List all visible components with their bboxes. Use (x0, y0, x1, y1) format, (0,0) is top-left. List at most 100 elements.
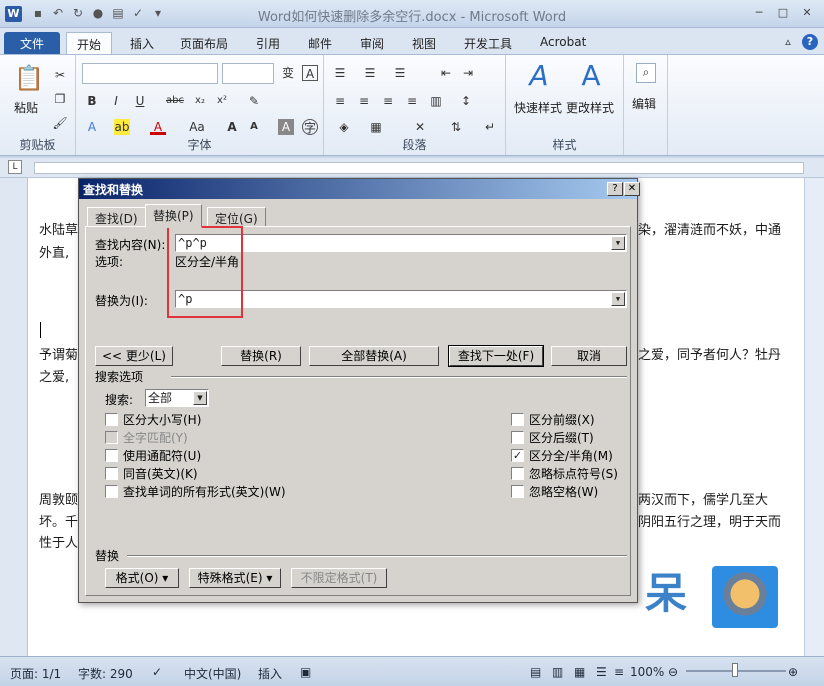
tab-file[interactable]: 文件 (4, 32, 60, 54)
tab-acrobat[interactable]: Acrobat (530, 32, 596, 54)
tab-replace[interactable]: 替换(P) (145, 204, 202, 228)
italic-icon[interactable]: I (108, 93, 124, 109)
match-width-checkbox[interactable]: ✓ (511, 449, 524, 462)
cancel-button[interactable]: 取消 (551, 346, 627, 366)
language[interactable]: 中文(中国) (184, 665, 241, 682)
match-suffix-checkbox[interactable] (511, 431, 524, 444)
paste-label[interactable]: 粘贴 (14, 99, 38, 116)
decrease-indent-icon[interactable]: ⇤ (438, 65, 454, 81)
replace-all-button[interactable]: 全部替换(A) (309, 346, 439, 366)
superscript-icon[interactable]: x² (214, 93, 230, 109)
tab-review[interactable]: 审阅 (350, 32, 394, 54)
outline-icon[interactable]: ☰ (596, 665, 607, 679)
justify-icon[interactable]: ≡ (404, 93, 420, 109)
tab-view[interactable]: 视图 (402, 32, 446, 54)
shrink-font-icon[interactable]: A (246, 119, 262, 135)
font-size-combo[interactable] (222, 63, 274, 84)
collapse-ribbon-icon[interactable]: ▵ (780, 34, 796, 50)
subscript-icon[interactable]: x₂ (192, 93, 208, 109)
word-count[interactable]: 字数: 290 (78, 665, 133, 682)
highlight-icon[interactable]: ab (114, 119, 130, 135)
char-shading-icon[interactable]: A (278, 119, 294, 135)
macro-icon[interactable]: ▣ (300, 665, 311, 679)
change-styles-icon[interactable]: A (576, 61, 606, 91)
dropdown-arrow-icon[interactable]: ▼ (611, 236, 625, 250)
bullets-icon[interactable]: ☰ (332, 65, 348, 81)
chinese-layout-icon[interactable]: ✕ (412, 119, 428, 135)
phonetic-guide-icon[interactable]: 变 (280, 65, 296, 81)
all-word-forms-label[interactable]: 查找单词的所有形式(英文)(W) (123, 483, 286, 500)
tab-home[interactable]: 开始 (66, 32, 113, 54)
horizontal-ruler[interactable]: L (0, 158, 824, 178)
zoom-slider-thumb[interactable] (732, 663, 738, 677)
cut-icon[interactable]: ✂ (52, 67, 68, 83)
enclosed-char-icon[interactable]: 字 (302, 119, 318, 135)
maximize-icon[interactable]: □ (772, 5, 794, 21)
align-center-icon[interactable]: ≡ (356, 93, 372, 109)
quick-styles-label[interactable]: 快速样式 (514, 99, 562, 116)
ignore-space-checkbox[interactable] (511, 485, 524, 498)
dialog-help-button[interactable]: ? (607, 182, 623, 196)
format-button[interactable]: 格式(O) ▾ (105, 568, 179, 588)
dropdown-arrow-icon[interactable]: ▼ (611, 292, 625, 306)
match-width-label[interactable]: 区分全/半角(M) (529, 447, 613, 464)
all-word-forms-checkbox[interactable] (105, 485, 118, 498)
distributed-icon[interactable]: ▥ (428, 93, 444, 109)
match-suffix-label[interactable]: 区分后缀(T) (529, 429, 594, 446)
special-button[interactable]: 特殊格式(E) ▾ (189, 568, 281, 588)
ignore-space-label[interactable]: 忽略空格(W) (529, 483, 598, 500)
search-direction-select[interactable]: 全部 ▼ (145, 389, 209, 407)
clear-format-icon[interactable]: ✎ (246, 93, 262, 109)
print-layout-icon[interactable]: ▤ (530, 665, 541, 679)
tab-insert[interactable]: 插入 (120, 32, 164, 54)
char-border-icon[interactable]: A (302, 65, 318, 81)
sounds-like-checkbox[interactable] (105, 467, 118, 480)
format-painter-icon[interactable]: 🖌 (52, 115, 68, 131)
ignore-punct-label[interactable]: 忽略标点符号(S) (529, 465, 618, 482)
match-case-checkbox[interactable] (105, 413, 118, 426)
tab-goto[interactable]: 定位(G) (207, 207, 266, 227)
draft-icon[interactable]: ≡ (614, 665, 624, 679)
numbering-icon[interactable]: ☰ (362, 65, 378, 81)
tab-mailings[interactable]: 邮件 (298, 32, 342, 54)
binoculars-icon[interactable]: ⌕ (636, 63, 656, 83)
tab-selector-icon[interactable]: L (8, 160, 22, 174)
text-effects-icon[interactable]: A (84, 119, 100, 135)
font-name-combo[interactable] (82, 63, 218, 84)
match-prefix-checkbox[interactable] (511, 413, 524, 426)
dropdown-arrow-icon[interactable]: ▼ (193, 391, 207, 405)
dialog-close-button[interactable]: ✕ (624, 182, 640, 196)
ignore-punct-checkbox[interactable] (511, 467, 524, 480)
minimize-icon[interactable]: ─ (748, 5, 770, 21)
find-next-button[interactable]: 查找下一处(F) (448, 345, 544, 367)
zoom-level[interactable]: 100% (630, 665, 664, 679)
tab-find[interactable]: 查找(D) (87, 207, 146, 227)
change-case-icon[interactable]: Aa (186, 119, 208, 135)
bold-icon[interactable]: B (84, 93, 100, 109)
editing-label[interactable]: 编辑 (632, 95, 656, 112)
dialog-title-bar[interactable]: 查找和替换 ? ✕ (79, 179, 640, 199)
fullscreen-reading-icon[interactable]: ▥ (552, 665, 563, 679)
font-color-icon[interactable]: A (150, 119, 166, 135)
align-left-icon[interactable]: ≡ (332, 93, 348, 109)
shading-icon[interactable]: ◈ (336, 119, 352, 135)
tab-developer[interactable]: 开发工具 (454, 32, 522, 54)
grow-font-icon[interactable]: A (224, 119, 240, 135)
multilevel-list-icon[interactable]: ☰ (392, 65, 408, 81)
line-spacing-icon[interactable]: ↕ (458, 93, 474, 109)
zoom-in-icon[interactable]: ⊕ (788, 665, 798, 679)
page-count[interactable]: 页面: 1/1 (10, 665, 61, 682)
sounds-like-label[interactable]: 同音(英文)(K) (123, 465, 198, 482)
less-button[interactable]: << 更少(L) (95, 346, 173, 366)
change-styles-label[interactable]: 更改样式 (566, 99, 614, 116)
match-case-label[interactable]: 区分大小写(H) (123, 411, 201, 428)
close-icon[interactable]: ✕ (796, 5, 818, 21)
strikethrough-icon[interactable]: abc (164, 93, 186, 109)
increase-indent-icon[interactable]: ⇥ (460, 65, 476, 81)
show-marks-icon[interactable]: ↵ (482, 119, 498, 135)
borders-icon[interactable]: ▦ (368, 119, 384, 135)
copy-icon[interactable]: ❐ (52, 91, 68, 107)
match-prefix-label[interactable]: 区分前缀(X) (529, 411, 595, 428)
underline-icon[interactable]: U (132, 93, 148, 109)
wildcards-checkbox[interactable] (105, 449, 118, 462)
